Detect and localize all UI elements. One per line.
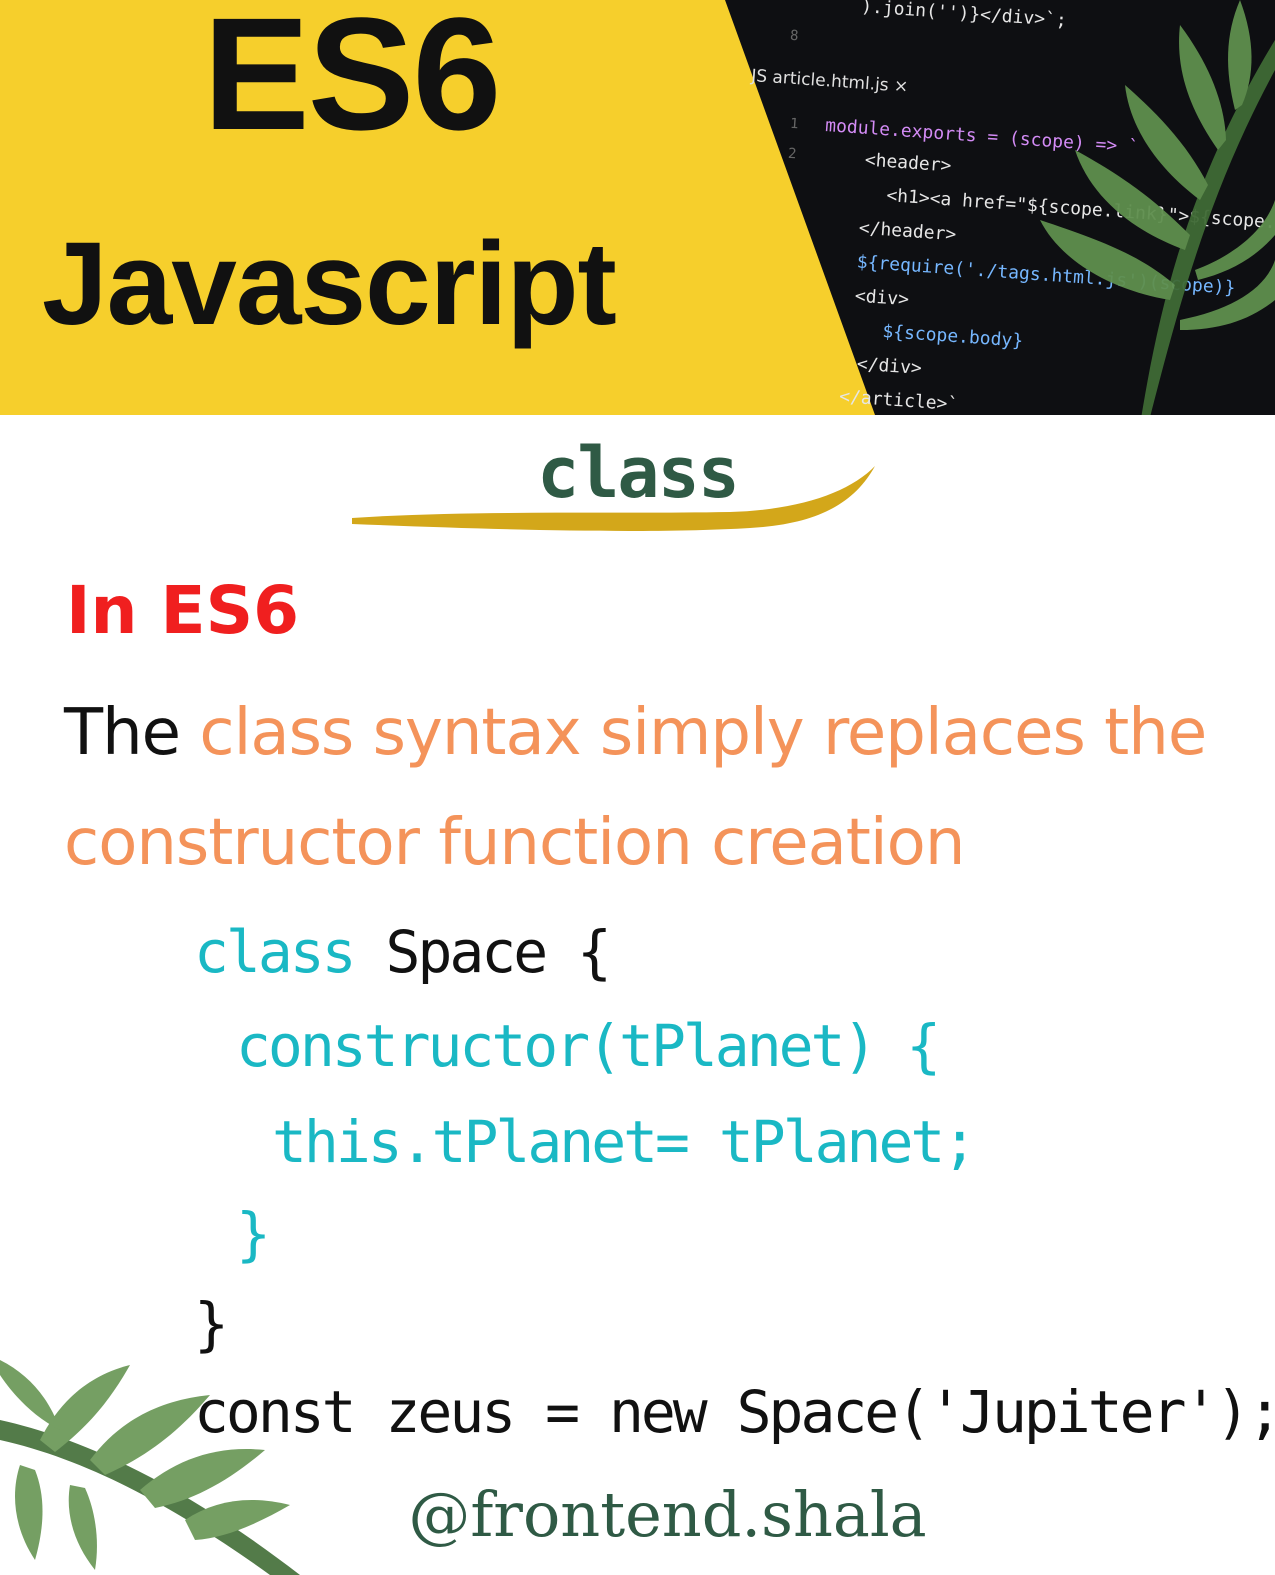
palm-leaf-icon — [1040, 0, 1275, 415]
heading-underline — [352, 466, 875, 531]
code-line-close-class: } — [194, 1290, 229, 1358]
description-highlight: class syntax simply replaces the constru… — [64, 696, 1207, 880]
palm-leaf-icon — [0, 1360, 300, 1575]
header-banner: ES6 Javascript ).join('')}</div>`; 8 JS … — [0, 0, 1275, 415]
code-line: <div> — [832, 284, 910, 311]
line-number: 1 — [789, 115, 799, 133]
intro-label: In ES6 — [66, 572, 300, 649]
code-line-instance: const zeus = new Space('Jupiter'); — [194, 1378, 1275, 1446]
description-lead: The — [64, 696, 181, 770]
code-keyword-class: class — [194, 918, 357, 986]
code-line: </header> — [836, 216, 957, 246]
code-line-class: class Space { — [194, 918, 612, 986]
line-number: 2 — [787, 145, 797, 163]
code-class-name: Space { — [353, 918, 612, 986]
description-text: The class syntax simply replaces the con… — [64, 678, 1244, 898]
code-line-assignment: this.tPlanet= tPlanet; — [272, 1108, 977, 1176]
line-number: 8 — [789, 27, 799, 45]
code-line: </div> — [834, 352, 923, 379]
code-line-constructor: constructor(tPlanet) { — [236, 1012, 941, 1080]
code-line: <header> — [842, 148, 953, 177]
code-line-close-constructor: } — [236, 1200, 271, 1268]
code-line: </article>` — [838, 386, 959, 415]
editor-tab-article: JS article.html.js × — [750, 66, 909, 97]
code-line: ${scope.body} — [838, 318, 1024, 352]
